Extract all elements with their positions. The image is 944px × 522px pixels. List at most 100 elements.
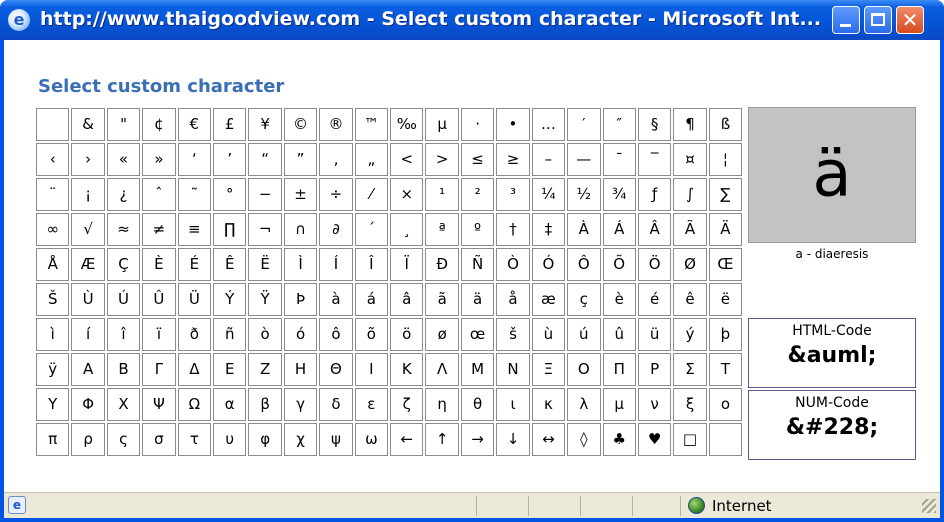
character-cell[interactable]: ˜ — [177, 178, 212, 211]
character-cell[interactable]: ÿ — [36, 353, 70, 386]
character-cell[interactable]: σ — [142, 423, 176, 456]
character-cell[interactable] — [708, 423, 743, 456]
character-cell[interactable]: μ — [602, 388, 636, 421]
character-cell[interactable]: ¶ — [673, 108, 707, 141]
character-cell[interactable]: ï — [142, 318, 176, 351]
title-bar[interactable]: e http://www.thaigoodview.com - Select c… — [0, 0, 944, 40]
character-cell[interactable]: ψ — [319, 423, 353, 456]
character-cell[interactable]: ü — [637, 318, 672, 351]
character-cell[interactable]: † — [496, 213, 530, 246]
character-cell[interactable]: Ì — [283, 248, 318, 281]
character-cell[interactable]: Ô — [567, 248, 601, 281]
character-cell[interactable]: ä — [460, 283, 495, 316]
character-cell[interactable]: ♥ — [637, 423, 672, 456]
character-cell[interactable]: Λ — [425, 353, 459, 386]
character-cell[interactable]: Î — [354, 248, 389, 281]
character-cell[interactable]: ι — [496, 388, 530, 421]
character-cell[interactable]: Ý — [213, 283, 247, 316]
character-cell[interactable]: − — [248, 178, 282, 211]
character-cell[interactable]: Ð — [425, 248, 459, 281]
character-cell[interactable]: Ξ — [531, 353, 566, 386]
character-cell[interactable]: Ω — [177, 388, 212, 421]
character-cell[interactable]: õ — [354, 318, 389, 351]
close-button[interactable]: ✕ — [896, 6, 924, 34]
character-cell[interactable]: « — [106, 143, 141, 176]
character-cell[interactable]: ‡ — [531, 213, 566, 246]
character-cell[interactable]: Υ — [36, 388, 70, 421]
character-cell[interactable]: ← — [390, 423, 424, 456]
character-cell[interactable]: λ — [567, 388, 601, 421]
character-cell[interactable]: ≤ — [460, 143, 495, 176]
character-cell[interactable]: ≥ — [496, 143, 530, 176]
character-cell[interactable]: β — [248, 388, 282, 421]
character-cell[interactable]: τ — [177, 423, 212, 456]
character-cell[interactable]: ′ — [567, 108, 601, 141]
character-cell[interactable]: ó — [283, 318, 318, 351]
character-cell[interactable]: ² — [460, 178, 495, 211]
character-cell[interactable]: ” — [283, 143, 318, 176]
resize-grip-icon[interactable] — [922, 499, 936, 513]
character-cell[interactable]: ¾ — [602, 178, 636, 211]
character-cell[interactable]: ∩ — [283, 213, 318, 246]
character-cell[interactable]: < — [390, 143, 424, 176]
character-cell[interactable]: · — [460, 108, 495, 141]
character-cell[interactable]: ∞ — [36, 213, 70, 246]
character-cell[interactable]: “ — [248, 143, 282, 176]
character-cell[interactable]: ≡ — [177, 213, 212, 246]
character-cell[interactable]: ο — [708, 388, 743, 421]
character-cell[interactable]: è — [602, 283, 636, 316]
character-cell[interactable]: ‘ — [177, 143, 212, 176]
character-cell[interactable]: ζ — [390, 388, 424, 421]
character-cell[interactable]: ♣ — [602, 423, 636, 456]
character-cell[interactable]: Æ — [71, 248, 105, 281]
character-cell[interactable]: Ι — [354, 353, 389, 386]
character-cell[interactable]: & — [71, 108, 105, 141]
character-cell[interactable]: γ — [283, 388, 318, 421]
character-cell[interactable]: ¤ — [673, 143, 707, 176]
character-cell[interactable]: □ — [673, 423, 707, 456]
character-cell[interactable]: κ — [531, 388, 566, 421]
character-cell[interactable]: ½ — [567, 178, 601, 211]
character-cell[interactable]: ³ — [496, 178, 530, 211]
character-cell[interactable]: ″ — [602, 108, 636, 141]
character-cell[interactable]: í — [71, 318, 105, 351]
character-cell[interactable]: ¥ — [248, 108, 282, 141]
character-cell[interactable]: ω — [354, 423, 389, 456]
character-cell[interactable]: ⁄ — [354, 178, 389, 211]
character-cell[interactable]: þ — [708, 318, 743, 351]
character-cell[interactable]: æ — [531, 283, 566, 316]
character-cell[interactable]: Φ — [71, 388, 105, 421]
character-cell[interactable]: — — [567, 143, 601, 176]
character-cell[interactable]: Ã — [673, 213, 707, 246]
character-cell[interactable]: ¼ — [531, 178, 566, 211]
character-cell[interactable]: ∂ — [319, 213, 353, 246]
character-cell[interactable]: ¯ — [602, 143, 636, 176]
minimize-button[interactable] — [832, 6, 860, 34]
character-cell[interactable]: Κ — [390, 353, 424, 386]
character-cell[interactable]: ö — [390, 318, 424, 351]
character-cell[interactable]: £ — [213, 108, 247, 141]
character-cell[interactable]: Η — [283, 353, 318, 386]
character-cell[interactable]: Β — [106, 353, 141, 386]
character-cell[interactable]: ‰ — [390, 108, 424, 141]
character-cell[interactable]: ã — [425, 283, 459, 316]
character-cell[interactable]: È — [142, 248, 176, 281]
character-cell[interactable]: • — [496, 108, 530, 141]
character-cell[interactable]: Ë — [248, 248, 282, 281]
character-cell[interactable]: Ó — [531, 248, 566, 281]
character-cell[interactable]: Δ — [177, 353, 212, 386]
character-cell[interactable]: © — [283, 108, 318, 141]
character-cell[interactable]: ë — [708, 283, 743, 316]
character-cell[interactable]: ξ — [673, 388, 707, 421]
character-cell[interactable]: ° — [213, 178, 247, 211]
character-cell[interactable]: Ø — [673, 248, 707, 281]
character-cell[interactable]: … — [531, 108, 566, 141]
character-cell[interactable]: χ — [283, 423, 318, 456]
character-cell[interactable]: À — [567, 213, 601, 246]
character-cell[interactable]: ê — [673, 283, 707, 316]
character-cell[interactable]: µ — [425, 108, 459, 141]
character-cell[interactable]: É — [177, 248, 212, 281]
maximize-button[interactable] — [864, 6, 892, 34]
character-cell[interactable]: ↔ — [531, 423, 566, 456]
character-cell[interactable]: › — [71, 143, 105, 176]
